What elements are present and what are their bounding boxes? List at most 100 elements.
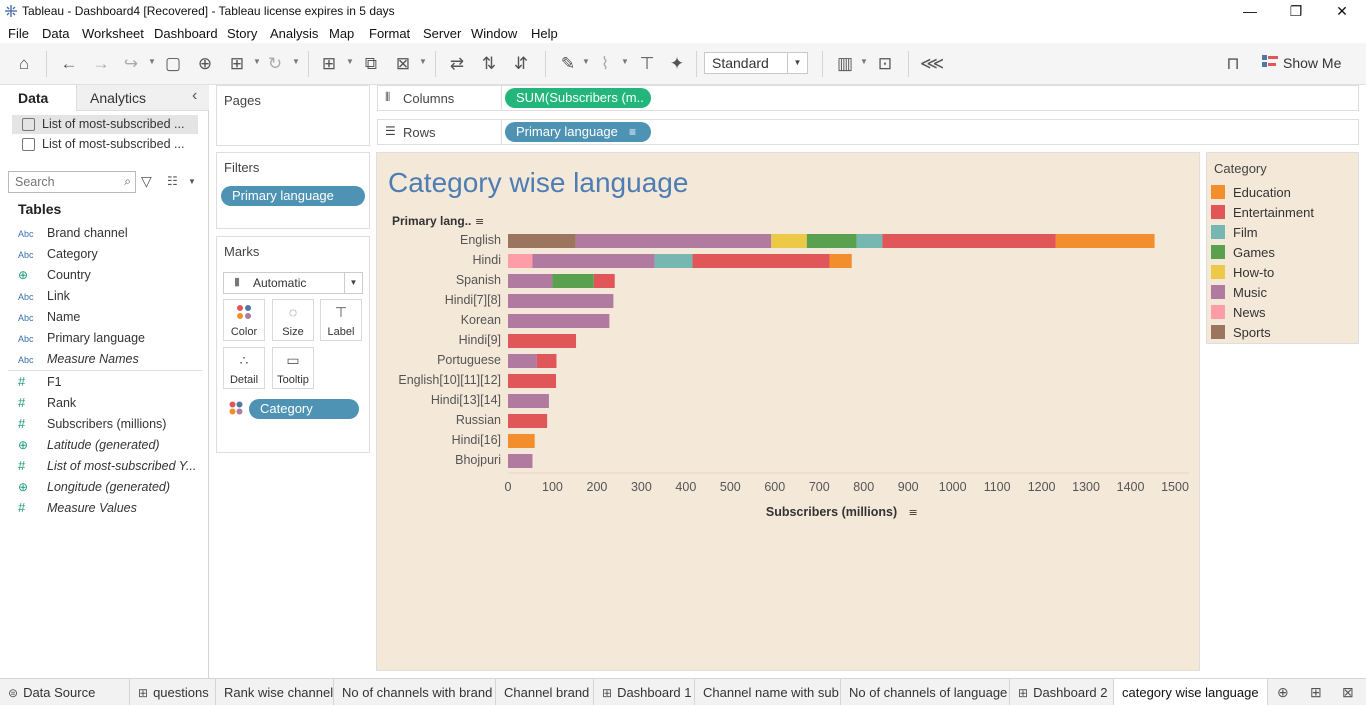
new-worksheet-caret-icon[interactable]: ▼	[346, 57, 354, 66]
search-icon[interactable]: ⌕	[124, 174, 131, 189]
tab-no-of-channels-with-brand[interactable]: No of channels with brand	[334, 679, 496, 705]
tab-rank-wise-channel[interactable]: Rank wise channel	[216, 679, 334, 705]
menu-format[interactable]: Format	[369, 26, 410, 41]
filter-icon[interactable]: ▽	[141, 173, 152, 190]
format-painter-icon[interactable]: ⊓	[1222, 53, 1244, 75]
columns-pill[interactable]: SUM(Subscribers (m..	[505, 88, 651, 108]
collapse-pane-icon[interactable]: ‹	[192, 87, 197, 105]
tab-data-source[interactable]: ⊜ Data Source	[0, 679, 130, 705]
highlight-caret-icon[interactable]: ▼	[582, 57, 590, 66]
field-country[interactable]: ⊕ Country	[18, 265, 91, 285]
legend-item-entertainment[interactable]: Entertainment	[1211, 203, 1314, 223]
legend-item-news[interactable]: News	[1211, 303, 1266, 323]
tab-data[interactable]: Data	[18, 90, 48, 106]
field-measure-names[interactable]: Abc Measure Names	[18, 349, 139, 369]
mark-type-dropdown[interactable]: ▮ Automatic ▼	[223, 272, 363, 294]
new-worksheet-icon[interactable]: ⊕	[1277, 684, 1289, 701]
detail-button[interactable]: ∴ Detail	[223, 347, 265, 389]
field-link[interactable]: Abc Link	[18, 286, 70, 306]
redo-icon[interactable]: →	[90, 53, 112, 75]
field-subscribers[interactable]: # Subscribers (millions)	[18, 414, 166, 434]
tab-dashboard-2[interactable]: ⊞ Dashboard 2	[1010, 679, 1114, 705]
pause-updates-icon[interactable]: ⊞	[226, 53, 248, 75]
color-button[interactable]: Color	[223, 299, 265, 341]
new-datasource-icon[interactable]: ⊕	[194, 53, 216, 75]
duplicate-icon[interactable]: ⧉	[360, 53, 382, 75]
tab-analytics[interactable]: Analytics	[90, 90, 146, 106]
field-primary-language[interactable]: Abc Primary language	[18, 328, 145, 348]
pause-caret-icon[interactable]: ▼	[253, 57, 261, 66]
pages-card[interactable]: Pages	[216, 85, 370, 146]
field-measure-values[interactable]: # Measure Values	[18, 498, 137, 518]
field-name[interactable]: Abc Name	[18, 307, 80, 327]
category-legend[interactable]: Category Education Entertainment Film Ga…	[1206, 152, 1359, 344]
menu-worksheet[interactable]: Worksheet	[82, 26, 144, 41]
show-mark-labels-icon[interactable]: ⊤	[636, 53, 658, 75]
menu-story[interactable]: Story	[227, 26, 257, 41]
menu-help[interactable]: Help	[531, 26, 558, 41]
datasource-item[interactable]: List of most-subscribed ...	[12, 135, 198, 154]
group-members-icon[interactable]: ⌇	[594, 53, 616, 75]
field-brand-channel[interactable]: Abc Brand channel	[18, 223, 128, 243]
view-options-icon[interactable]: ☷	[167, 174, 178, 188]
show-me-button[interactable]: Show Me	[1283, 55, 1341, 71]
presentation-mode-icon[interactable]: ⊡	[874, 53, 896, 75]
tab-questions[interactable]: ⊞ questions	[130, 679, 216, 705]
refresh-caret-icon[interactable]: ▼	[292, 57, 300, 66]
search-field[interactable]: ⌕	[8, 171, 136, 193]
minimize-button[interactable]: —	[1227, 0, 1273, 23]
marks-pill-category[interactable]: Category	[249, 399, 359, 419]
clear-sheet-icon[interactable]: ⊠	[392, 53, 414, 75]
filters-card[interactable]: Filters Primary language	[216, 152, 370, 229]
new-dashboard-icon[interactable]: ⊞	[1310, 684, 1322, 701]
field-list-count[interactable]: # List of most-subscribed Y...	[18, 456, 196, 476]
clear-caret-icon[interactable]: ▼	[419, 57, 427, 66]
replay-icon[interactable]: ↪	[120, 53, 142, 75]
highlight-icon[interactable]: ✎	[557, 53, 579, 75]
close-window-button[interactable]: ✕	[1319, 0, 1365, 23]
undo-icon[interactable]: ←	[58, 53, 80, 75]
legend-item-sports[interactable]: Sports	[1211, 323, 1271, 343]
field-category[interactable]: Abc Category	[18, 244, 98, 264]
menu-window[interactable]: Window	[471, 26, 517, 41]
datasource-item[interactable]: List of most-subscribed ...	[12, 115, 198, 134]
field-longitude[interactable]: ⊕ Longitude (generated)	[18, 477, 170, 497]
tooltip-button[interactable]: ▭ Tooltip	[272, 347, 314, 389]
menu-server[interactable]: Server	[423, 26, 461, 41]
legend-item-music[interactable]: Music	[1211, 283, 1267, 303]
menu-analysis[interactable]: Analysis	[270, 26, 318, 41]
swap-axes-icon[interactable]: ⇄	[446, 53, 468, 75]
fix-axes-icon[interactable]: ✦	[666, 53, 688, 75]
menu-file[interactable]: File	[8, 26, 29, 41]
field-f1[interactable]: # F1	[18, 372, 62, 392]
save-icon[interactable]: ▢	[162, 53, 184, 75]
fit-dropdown[interactable]: Standard ▼	[704, 52, 808, 74]
new-worksheet-icon[interactable]: ⊞	[318, 53, 340, 75]
menu-map[interactable]: Map	[329, 26, 354, 41]
tab-no-of-channels-of-language[interactable]: No of channels of language	[841, 679, 1010, 705]
tab-channel-name-with-sub[interactable]: Channel name with sub	[695, 679, 841, 705]
tab-dashboard-1[interactable]: ⊞ Dashboard 1	[594, 679, 695, 705]
view-options-caret-icon[interactable]: ▼	[188, 177, 196, 186]
rows-pill[interactable]: Primary language ≡	[505, 122, 651, 142]
share-icon[interactable]: ⋘	[920, 53, 944, 75]
legend-item-education[interactable]: Education	[1211, 183, 1291, 203]
show-cards-icon[interactable]: ▥	[834, 53, 856, 75]
show-me-icon[interactable]	[1262, 54, 1278, 70]
group-caret-icon[interactable]: ▼	[621, 57, 629, 66]
legend-item-how-to[interactable]: How-to	[1211, 263, 1274, 283]
sort-descending-icon[interactable]: ⇵	[510, 53, 532, 75]
refresh-icon[interactable]: ↻	[264, 53, 286, 75]
legend-item-games[interactable]: Games	[1211, 243, 1275, 263]
menu-dashboard[interactable]: Dashboard	[154, 26, 218, 41]
cards-caret-icon[interactable]: ▼	[860, 57, 868, 66]
size-button[interactable]: ◌ Size	[272, 299, 314, 341]
replay-caret-icon[interactable]: ▼	[148, 57, 156, 66]
label-button[interactable]: ⊤ Label	[320, 299, 362, 341]
menu-data[interactable]: Data	[42, 26, 69, 41]
restore-button[interactable]: ❐	[1273, 0, 1319, 23]
home-icon[interactable]: ⌂	[13, 53, 35, 75]
filter-pill-primary-language[interactable]: Primary language	[221, 186, 365, 206]
search-input[interactable]	[9, 172, 109, 192]
tab-category-wise-language[interactable]: category wise language	[1114, 679, 1268, 705]
